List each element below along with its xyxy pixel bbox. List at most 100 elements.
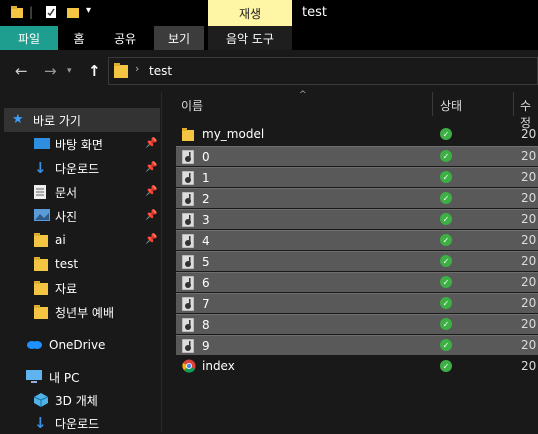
column-separator[interactable] <box>513 92 514 116</box>
sync-status-icon: ✓ <box>440 297 452 309</box>
folder-icon <box>34 281 48 295</box>
breadcrumb-chevron-icon[interactable]: › <box>135 62 139 75</box>
file-date: 20 <box>521 359 537 373</box>
pin-icon[interactable]: 📌 <box>145 138 157 149</box>
file-name: 3 <box>202 212 210 227</box>
file-date: 20 <box>521 127 537 141</box>
sidebar-item-3d-objects[interactable]: 3D 개체 <box>33 389 98 411</box>
chevron-down-icon[interactable]: ▾ <box>67 66 72 76</box>
sidebar-item-documents[interactable]: 문서 <box>34 181 77 203</box>
sort-ascending-icon: ^ <box>299 90 307 100</box>
sidebar-item-pc-downloads[interactable]: ↓ 다운로드 <box>34 412 99 434</box>
sidebar-item-desktop[interactable]: 바탕 화면 <box>34 133 103 155</box>
audio-file-icon <box>181 233 195 248</box>
new-folder-icon[interactable] <box>66 5 80 22</box>
sync-status-icon: ✓ <box>440 276 452 288</box>
folder-icon <box>34 305 48 319</box>
star-icon: ★ <box>12 112 24 127</box>
sidebar-item-label: 다운로드 <box>55 161 100 176</box>
breadcrumb-item[interactable]: test <box>149 64 172 78</box>
sidebar-item-youth-worship[interactable]: 청년부 예배 <box>34 301 114 323</box>
tab-view[interactable]: 보기 <box>154 26 204 50</box>
file-name: 4 <box>202 233 210 248</box>
contextual-tab-play[interactable]: 재생 <box>208 0 292 26</box>
table-row[interactable]: 0 <box>176 146 538 166</box>
forward-arrow-icon[interactable]: → <box>44 62 57 80</box>
folder-icon <box>34 257 48 271</box>
file-name: 6 <box>202 275 210 290</box>
table-row[interactable]: 8 <box>176 314 538 334</box>
sync-status-icon: ✓ <box>440 213 452 225</box>
sidebar-item-onedrive[interactable]: OneDrive <box>26 334 105 356</box>
properties-icon[interactable] <box>44 5 58 22</box>
audio-file-icon <box>181 212 195 227</box>
sidebar-item-this-pc[interactable]: 내 PC <box>26 366 79 388</box>
audio-file-icon <box>181 275 195 290</box>
column-header-name[interactable]: 이름 <box>181 97 203 114</box>
file-name: 0 <box>202 149 210 164</box>
folder-icon <box>114 63 128 82</box>
audio-file-icon <box>181 149 195 164</box>
tab-file[interactable]: 파일 <box>0 26 58 50</box>
table-row[interactable]: 3 <box>176 209 538 229</box>
pin-icon[interactable]: 📌 <box>145 234 157 245</box>
cloud-icon <box>26 338 42 352</box>
pin-icon[interactable]: 📌 <box>145 186 157 197</box>
table-row[interactable]: 2 <box>176 188 538 208</box>
table-row[interactable]: index <box>176 356 538 376</box>
tab-share[interactable]: 공유 <box>100 26 150 50</box>
file-name: 9 <box>202 338 210 353</box>
table-row[interactable]: 1 <box>176 167 538 187</box>
sidebar-item-test[interactable]: test <box>34 253 78 275</box>
file-date: 20 <box>521 317 537 331</box>
audio-file-icon <box>181 191 195 206</box>
table-row[interactable]: my_model <box>176 124 538 144</box>
window-title: test <box>302 5 327 20</box>
sidebar-item-pictures[interactable]: 사진 <box>34 205 77 227</box>
sync-status-icon: ✓ <box>440 318 452 330</box>
audio-file-icon <box>181 296 195 311</box>
tab-home[interactable]: 홈 <box>58 26 100 50</box>
table-row[interactable]: 6 <box>176 272 538 292</box>
table-row[interactable]: 4 <box>176 230 538 250</box>
sidebar-item-ai[interactable]: ai <box>34 229 66 251</box>
file-date: 20 <box>521 338 537 352</box>
table-row[interactable]: 5 <box>176 251 538 271</box>
sync-status-icon: ✓ <box>440 255 452 267</box>
sidebar-item-label: 바탕 화면 <box>55 137 103 152</box>
separator: | <box>29 5 34 19</box>
sidebar-item-label: 청년부 예배 <box>55 305 115 320</box>
sync-status-icon: ✓ <box>440 234 452 246</box>
sidebar-item-label: 다운로드 <box>55 416 100 431</box>
chrome-icon <box>182 359 196 373</box>
file-date: 20 <box>521 149 537 163</box>
download-icon: ↓ <box>34 414 47 432</box>
back-arrow-icon[interactable]: ← <box>15 62 28 80</box>
sidebar-item-label: 내 PC <box>49 370 80 385</box>
sidebar-item-label: 3D 개체 <box>55 393 98 408</box>
sync-status-icon: ✓ <box>440 128 452 140</box>
up-arrow-icon[interactable]: ↑ <box>88 62 101 80</box>
table-row[interactable]: 7 <box>176 293 538 313</box>
column-separator[interactable] <box>432 92 433 116</box>
sync-status-icon: ✓ <box>440 171 452 183</box>
file-date: 20 <box>521 191 537 205</box>
title-bar: | ▾ 재생 test <box>0 0 538 26</box>
tab-music-tools[interactable]: 음악 도구 <box>208 26 292 50</box>
sidebar-item-label: 문서 <box>55 185 78 200</box>
sidebar-item-downloads[interactable]: ↓ 다운로드 <box>34 157 99 179</box>
sidebar-item-materials[interactable]: 자료 <box>34 277 77 299</box>
audio-file-icon <box>181 170 195 185</box>
address-bar[interactable]: › test <box>108 57 538 85</box>
file-date: 20 <box>521 233 537 247</box>
table-row[interactable]: 9 <box>176 335 538 355</box>
quick-access-header[interactable]: ★ 바로 가기 <box>12 109 81 131</box>
document-icon <box>34 185 48 199</box>
column-header-status[interactable]: 상태 <box>440 97 462 114</box>
3d-objects-icon <box>33 393 49 407</box>
chevron-down-icon[interactable]: ▾ <box>86 5 91 16</box>
pin-icon[interactable]: 📌 <box>145 162 157 173</box>
sync-status-icon: ✓ <box>440 339 452 351</box>
folder-icon <box>182 127 194 141</box>
pin-icon[interactable]: 📌 <box>145 210 157 221</box>
